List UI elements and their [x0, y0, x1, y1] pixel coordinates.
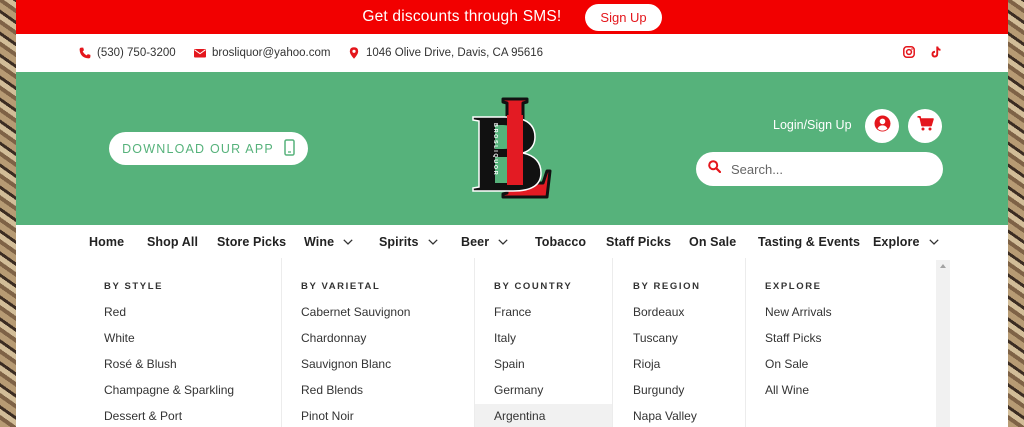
nav-explore[interactable]: Explore: [873, 225, 939, 258]
login-signup-link[interactable]: Login/Sign Up: [773, 118, 852, 132]
store-address: 1046 Olive Drive, Davis, CA 95616: [366, 47, 544, 59]
site-header: DOWNLOAD OUR APP BROSLIQUOR Login/Sign U…: [16, 72, 1008, 225]
nav-tobacco[interactable]: Tobacco: [535, 225, 586, 258]
nav-beer[interactable]: Beer: [461, 225, 508, 258]
menu-link[interactable]: Burgundy: [633, 383, 684, 397]
menu-link[interactable]: Germany: [494, 383, 543, 397]
menu-column-by-varietal: BY VARIETAL Cabernet Sauvignon Chardonna…: [282, 258, 475, 427]
instagram-link[interactable]: [903, 46, 915, 61]
nav-label: Beer: [461, 234, 490, 249]
nav-label: Explore: [873, 234, 920, 249]
menu-link[interactable]: Italy: [494, 331, 516, 345]
email-contact[interactable]: brosliquor@yahoo.com: [194, 34, 330, 72]
menu-scrollbar[interactable]: [936, 260, 950, 427]
menu-link[interactable]: Red Blends: [301, 383, 363, 397]
menu-link[interactable]: Pinot Noir: [301, 409, 354, 423]
menu-link[interactable]: Spain: [494, 357, 525, 371]
menu-link[interactable]: All Wine: [765, 383, 809, 397]
nav-tasting-events[interactable]: Tasting & Events: [758, 225, 860, 258]
nav-label: Store Picks: [217, 234, 287, 249]
nav-shop-all[interactable]: Shop All: [147, 225, 198, 258]
nav-label: On Sale: [689, 234, 737, 249]
nav-staff-picks[interactable]: Staff Picks: [606, 225, 671, 258]
scroll-up-arrow-icon[interactable]: [940, 264, 946, 268]
menu-link[interactable]: Champagne & Sparkling: [104, 383, 234, 397]
menu-link[interactable]: Napa Valley: [633, 409, 697, 423]
chevron-down-icon: [343, 238, 353, 245]
menu-link[interactable]: Bordeaux: [633, 305, 684, 319]
menu-link[interactable]: White: [104, 331, 135, 345]
page: Get discounts through SMS! Sign Up (530)…: [16, 0, 1008, 427]
logo-wordmark: BROSLIQUOR: [492, 123, 498, 176]
search-input[interactable]: [731, 161, 921, 177]
nav-label: Tobacco: [535, 234, 587, 249]
sign-up-button[interactable]: Sign Up: [585, 3, 662, 31]
tiktok-link[interactable]: [930, 46, 942, 61]
menu-link[interactable]: Red: [104, 305, 126, 319]
nav-on-sale[interactable]: On Sale: [689, 225, 736, 258]
search-box: [696, 152, 943, 186]
phone-contact[interactable]: (530) 750-3200: [79, 34, 176, 72]
menu-column-explore: EXPLORE New Arrivals Staff Picks On Sale…: [746, 258, 936, 427]
wine-mega-menu: BY STYLE Red White Rosé & Blush Champagn…: [74, 258, 948, 427]
nav-label: Wine: [304, 234, 335, 249]
promo-bar: Get discounts through SMS! Sign Up: [16, 0, 1008, 34]
menu-link[interactable]: New Arrivals: [765, 305, 832, 319]
nav-home[interactable]: Home: [89, 225, 124, 258]
phone-number: (530) 750-3200: [97, 47, 176, 59]
column-title: EXPLORE: [765, 281, 822, 292]
menu-link[interactable]: Rioja: [633, 357, 660, 371]
shopping-cart-icon: [917, 116, 934, 136]
menu-link[interactable]: Staff Picks: [765, 331, 821, 345]
nav-label: Tasting & Events: [758, 234, 861, 249]
address-contact[interactable]: 1046 Olive Drive, Davis, CA 95616: [348, 34, 543, 72]
column-title: BY COUNTRY: [494, 281, 573, 292]
column-title: BY VARIETAL: [301, 281, 381, 292]
menu-column-by-country: BY COUNTRY France Italy Spain Germany Ar…: [475, 258, 613, 427]
menu-link[interactable]: France: [494, 305, 531, 319]
nav-label: Staff Picks: [606, 234, 672, 249]
menu-link[interactable]: Argentina: [494, 409, 545, 423]
menu-link[interactable]: On Sale: [765, 357, 808, 371]
chevron-down-icon: [928, 238, 939, 245]
cart-button[interactable]: [908, 109, 942, 143]
menu-link[interactable]: Chardonnay: [301, 331, 366, 345]
envelope-icon: [194, 47, 206, 59]
instagram-icon: [903, 46, 915, 61]
column-title: BY REGION: [633, 281, 701, 292]
nav-label: Spirits: [379, 234, 419, 249]
brand-logo[interactable]: BROSLIQUOR: [469, 93, 555, 205]
menu-link[interactable]: Rosé & Blush: [104, 357, 177, 371]
contact-bar: (530) 750-3200 brosliquor@yahoo.com 1046…: [16, 34, 1008, 72]
promo-text: Get discounts through SMS!: [362, 8, 562, 25]
menu-link[interactable]: Dessert & Port: [104, 409, 182, 423]
menu-link[interactable]: Sauvignon Blanc: [301, 357, 391, 371]
email-address: brosliquor@yahoo.com: [212, 47, 331, 59]
menu-link[interactable]: Cabernet Sauvignon: [301, 305, 410, 319]
chevron-down-icon: [498, 238, 508, 245]
smartphone-icon: [284, 138, 295, 159]
user-icon: [874, 115, 891, 137]
background-left: [0, 0, 16, 427]
nav-wine[interactable]: Wine: [304, 225, 353, 258]
nav-label: Shop All: [147, 234, 199, 249]
column-title: BY STYLE: [104, 281, 164, 292]
download-app-button[interactable]: DOWNLOAD OUR APP: [109, 132, 308, 165]
nav-store-picks[interactable]: Store Picks: [217, 225, 286, 258]
menu-column-by-style: BY STYLE Red White Rosé & Blush Champagn…: [74, 258, 282, 427]
search-icon: [708, 160, 722, 178]
tiktok-icon: [930, 46, 942, 61]
background-right: [1008, 0, 1024, 427]
nav-label: Home: [89, 234, 125, 249]
menu-link[interactable]: Tuscany: [633, 331, 678, 345]
download-app-label: DOWNLOAD OUR APP: [122, 141, 274, 156]
account-button[interactable]: [865, 109, 899, 143]
location-pin-icon: [348, 47, 360, 59]
nav-spirits[interactable]: Spirits: [379, 225, 438, 258]
main-navigation: Home Shop All Store Picks Wine Spirits B…: [16, 225, 1008, 258]
chevron-down-icon: [427, 238, 438, 245]
phone-icon: [79, 47, 91, 59]
menu-column-by-region: BY REGION Bordeaux Tuscany Rioja Burgund…: [613, 258, 746, 427]
